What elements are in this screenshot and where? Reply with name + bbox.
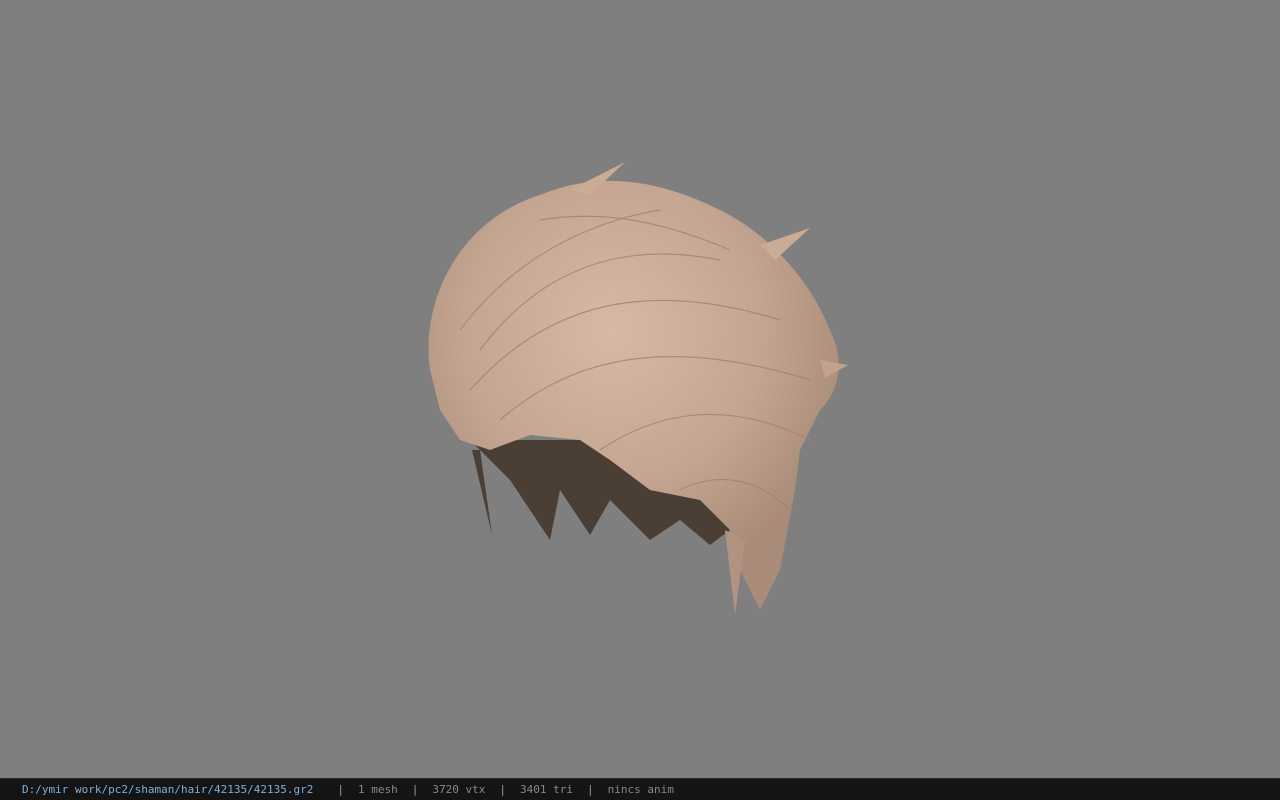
mesh-count: 1 mesh <box>358 783 398 796</box>
hair-strand-left <box>472 450 492 535</box>
status-separator: | <box>411 783 419 796</box>
animation-status: nincs anim <box>607 783 674 796</box>
status-separator: | <box>337 783 345 796</box>
3d-viewport[interactable] <box>0 0 1280 778</box>
file-path: D:/ymir work/pc2/shaman/hair/42135/42135… <box>22 783 314 796</box>
status-bar: D:/ymir work/pc2/shaman/hair/42135/42135… <box>0 778 1280 800</box>
triangle-count: 3401 tri <box>520 783 573 796</box>
status-separator: | <box>587 783 594 796</box>
status-separator: | <box>499 783 507 796</box>
vertex-count: 3720 vtx <box>432 783 486 796</box>
hair-model[interactable] <box>400 150 870 630</box>
